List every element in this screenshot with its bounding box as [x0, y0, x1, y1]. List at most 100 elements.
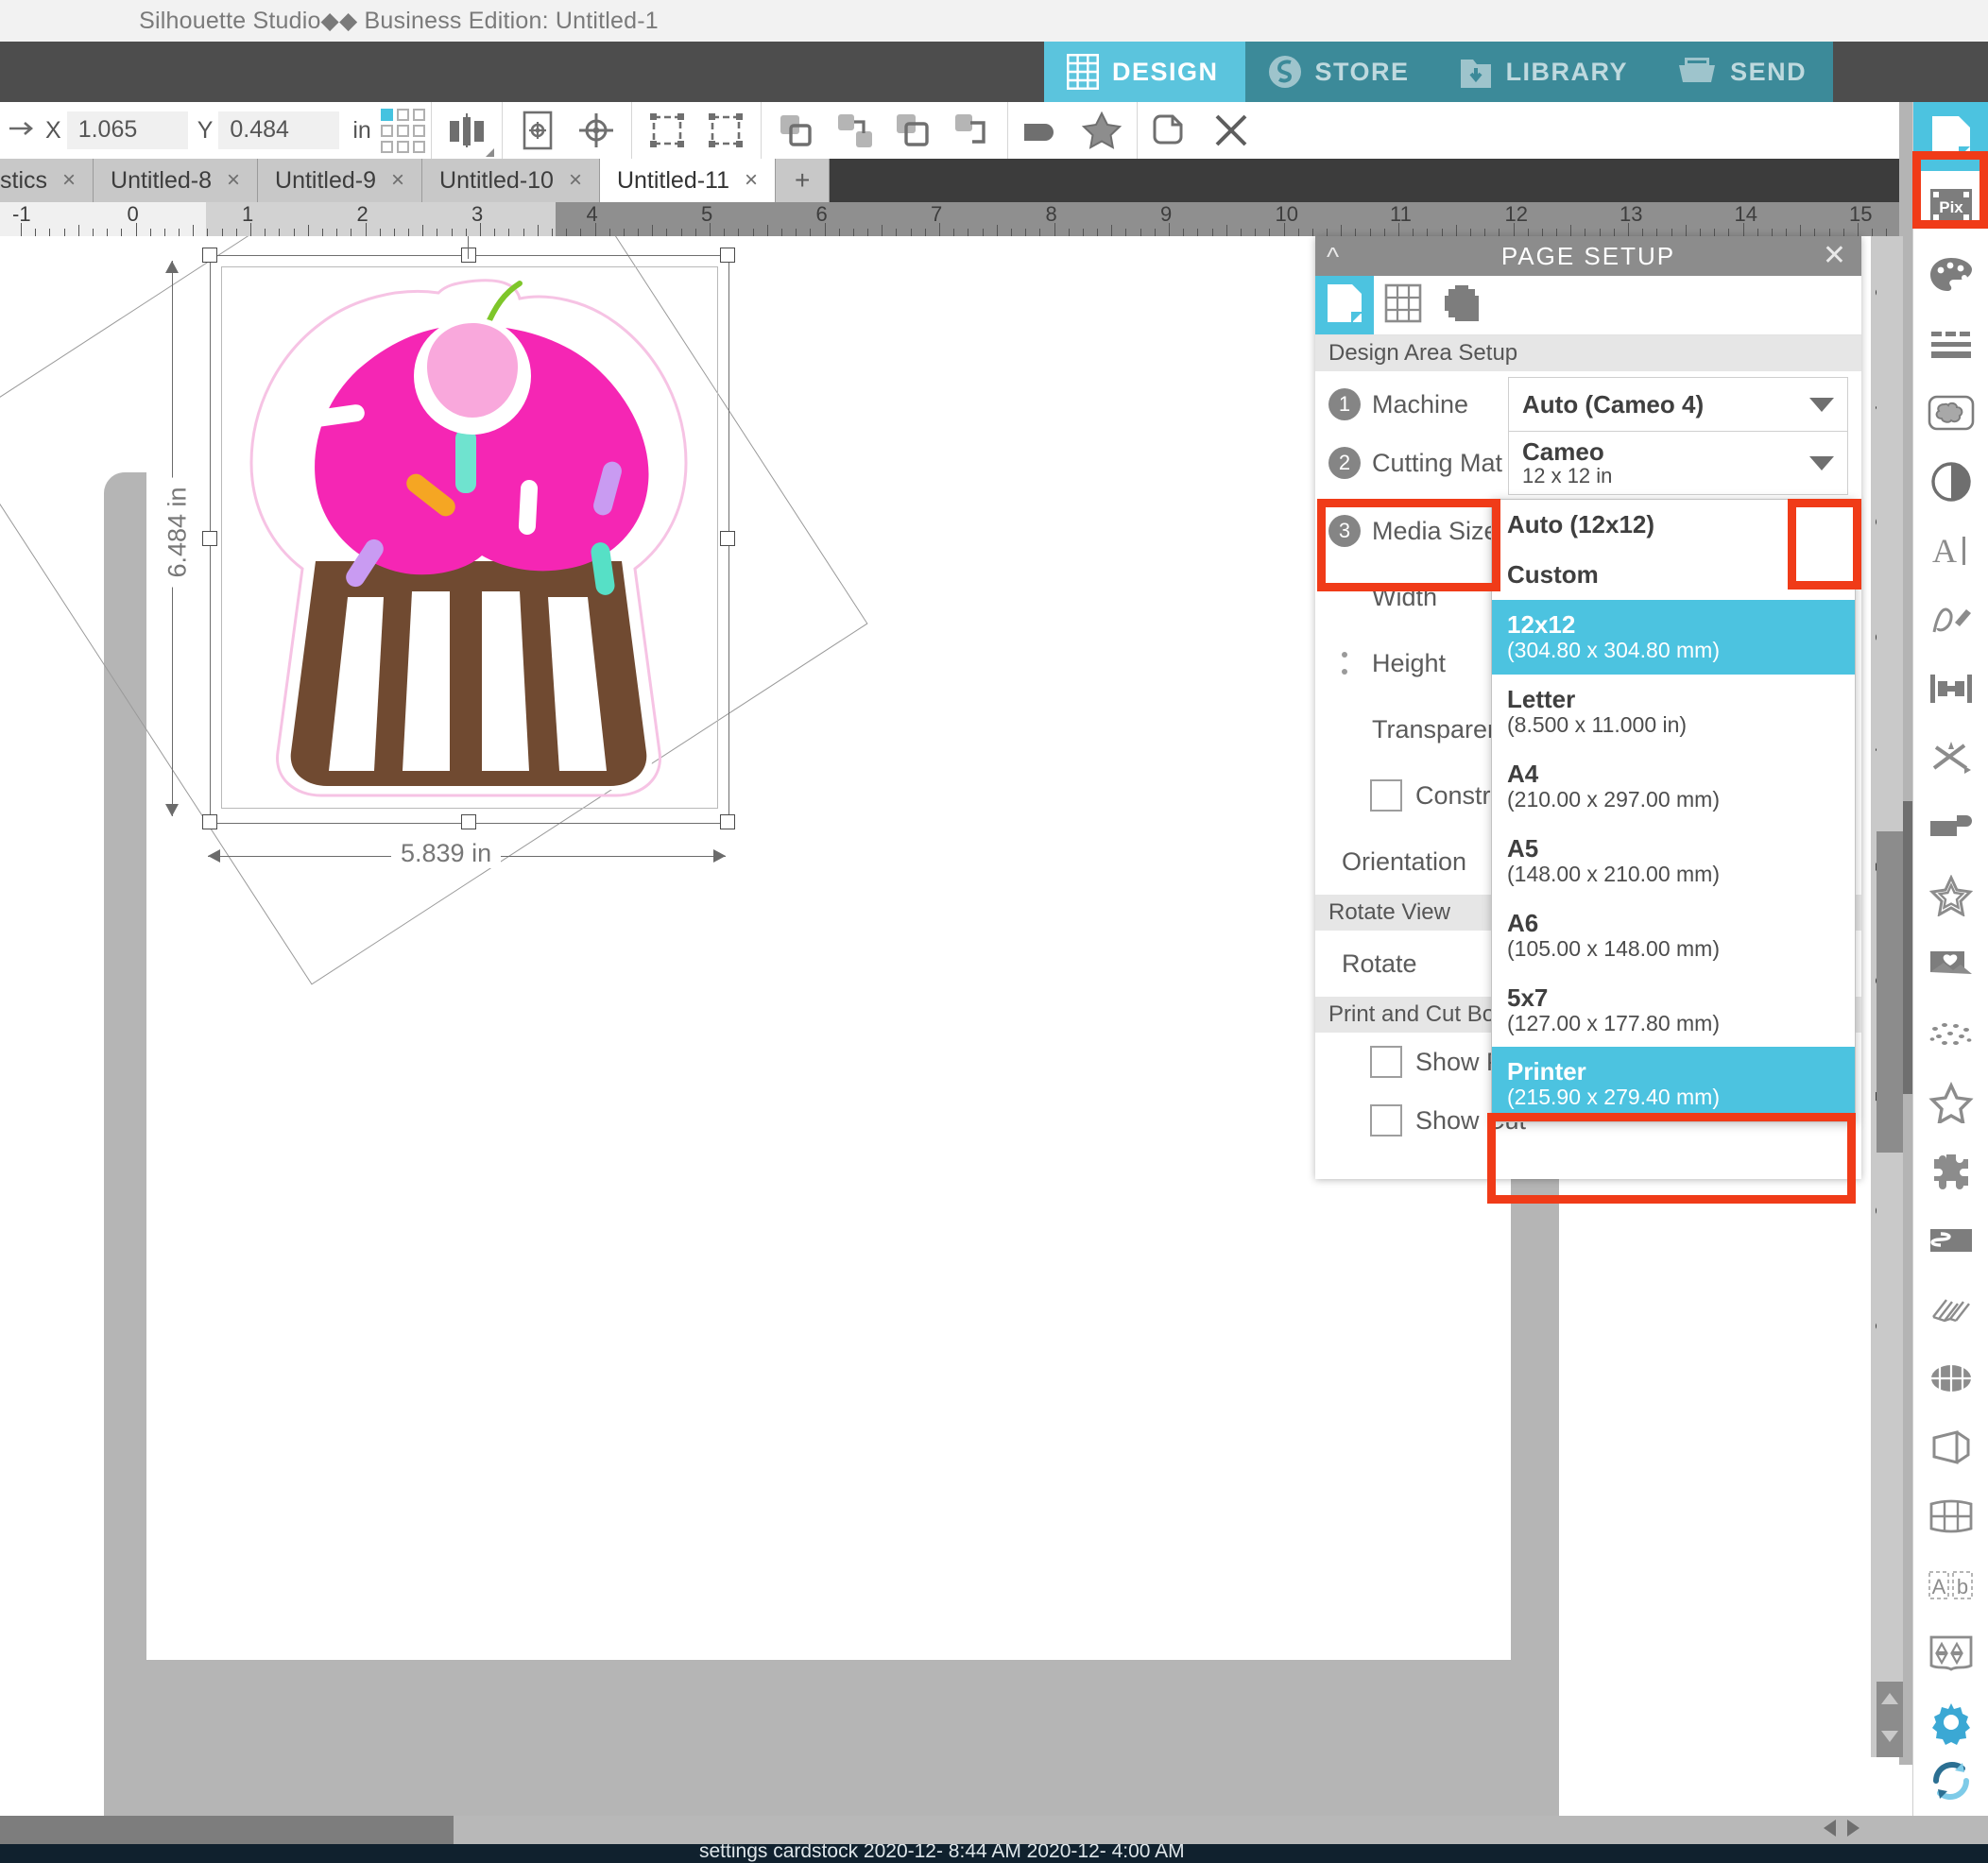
- close-x-icon[interactable]: [1202, 103, 1260, 158]
- machine-select[interactable]: Auto (Cameo 4): [1508, 377, 1848, 432]
- rail-text-style-icon[interactable]: A: [1913, 516, 1988, 585]
- rail-puzzle-icon[interactable]: [1913, 1137, 1988, 1205]
- canvas-vertical-scrollbar[interactable]: [1877, 236, 1903, 1757]
- scroll-left-arrow-icon[interactable]: [1821, 1818, 1840, 1843]
- rail-line-style-icon[interactable]: [1913, 309, 1988, 378]
- ungroup-icon[interactable]: [826, 103, 884, 158]
- dropdown-option-auto[interactable]: Auto (12x12): [1492, 500, 1855, 550]
- weld-icon[interactable]: [1014, 103, 1072, 158]
- rail-transparency-icon[interactable]: [1913, 447, 1988, 516]
- constrain-checkbox[interactable]: [1370, 779, 1402, 812]
- trace-select-icon[interactable]: [638, 103, 696, 158]
- rail-trace-star-icon[interactable]: [1913, 861, 1988, 930]
- chevron-up-icon[interactable]: ^: [1327, 242, 1341, 272]
- dropdown-option-letter[interactable]: Letter (8.500 x 11.000 in): [1492, 675, 1855, 749]
- rail-knife-nesting-icon[interactable]: [1913, 1205, 1988, 1274]
- rail-shapes-star-icon[interactable]: [1913, 1068, 1988, 1137]
- machine-row: 1 Machine Auto (Cameo 4): [1315, 371, 1861, 437]
- compound-path-icon[interactable]: [884, 103, 943, 158]
- scroll-up-arrow-icon[interactable]: [1879, 1691, 1900, 1711]
- show-cut-border-checkbox[interactable]: [1370, 1104, 1402, 1137]
- group-icon[interactable]: [767, 103, 826, 158]
- rail-text-to-path-icon[interactable]: Ab: [1913, 1550, 1988, 1619]
- anchor-grid-icon[interactable]: [380, 108, 425, 153]
- star-shape-icon[interactable]: [1072, 103, 1131, 158]
- canvas-scroll-spinners[interactable]: [1877, 1682, 1903, 1757]
- dropdown-option-custom[interactable]: Custom: [1492, 550, 1855, 600]
- new-tab-button[interactable]: +: [776, 159, 831, 202]
- canvas-horizontal-scrollbar-thumb[interactable]: [0, 1816, 454, 1844]
- trace-outer-icon[interactable]: [696, 103, 755, 158]
- ruler-tick: [21, 223, 22, 236]
- rail-transform-icon[interactable]: [1913, 723, 1988, 792]
- rail-auto-fill-icon[interactable]: [1913, 1619, 1988, 1688]
- rail-offset-icon[interactable]: [1913, 792, 1988, 861]
- chevron-down-icon[interactable]: [1796, 437, 1847, 488]
- option-label: 5x7: [1507, 983, 1549, 1012]
- rail-image-effects-icon[interactable]: [1913, 930, 1988, 999]
- canvas-horizontal-scrollbar[interactable]: [0, 1816, 1871, 1844]
- y-input[interactable]: 0.484: [218, 111, 340, 149]
- document-tab[interactable]: Untitled-8 ×: [94, 159, 259, 202]
- document-tab-active[interactable]: Untitled-11 ×: [599, 159, 777, 202]
- dropdown-option-12x12[interactable]: 12x12 (304.80 x 304.80 mm): [1492, 600, 1855, 675]
- rail-sync-refresh-icon[interactable]: [1913, 1746, 1988, 1815]
- document-tab[interactable]: stics ×: [0, 159, 94, 202]
- canvas-vertical-scrollbar-thumb[interactable]: [1877, 831, 1903, 1153]
- registration-tab[interactable]: [1432, 276, 1491, 334]
- rail-sketch-fill-icon[interactable]: [1913, 378, 1988, 447]
- rail-pixscan-icon[interactable]: Pix: [1913, 171, 1988, 240]
- registration-target-icon[interactable]: [567, 103, 626, 158]
- media-size-dropdown[interactable]: Auto (12x12) Custom 12x12 (304.80 x 304.…: [1491, 499, 1856, 1123]
- rail-conical-warp-icon[interactable]: [1913, 1481, 1988, 1550]
- rail-stipple-icon[interactable]: [1913, 999, 1988, 1068]
- tab-library[interactable]: LIBRARY: [1435, 42, 1655, 102]
- resize-handle-mr[interactable]: [720, 531, 735, 546]
- rail-perspective-icon[interactable]: [1913, 1412, 1988, 1481]
- show-print-border-checkbox[interactable]: [1370, 1046, 1402, 1078]
- rail-sketch-pen-icon[interactable]: [1913, 585, 1988, 654]
- rail-align-icon[interactable]: [1913, 654, 1988, 723]
- tab-store[interactable]: STORE: [1244, 42, 1436, 102]
- resize-handle-bl[interactable]: [202, 814, 217, 829]
- release-compound-path-icon[interactable]: [943, 103, 1002, 158]
- x-input[interactable]: 1.065: [66, 111, 188, 149]
- close-icon[interactable]: ×: [569, 167, 582, 194]
- rail-page-setup-icon[interactable]: [1913, 102, 1988, 171]
- dropdown-option-5x7[interactable]: 5x7 (127.00 x 177.80 mm): [1492, 973, 1855, 1048]
- document-tab[interactable]: Untitled-9 ×: [258, 159, 423, 202]
- canvas-nav-arrows[interactable]: [1812, 1816, 1871, 1844]
- horizontal-ruler[interactable]: -1 0 1 2 3 4 5 6 7 8 9 10 11 12 13 14 15: [0, 202, 1905, 236]
- dropdown-option-a6[interactable]: A6 (105.00 x 148.00 mm): [1492, 898, 1855, 973]
- close-icon[interactable]: ×: [227, 167, 240, 194]
- grid-tab[interactable]: [1374, 276, 1432, 334]
- ruler-tick: [838, 229, 840, 236]
- close-icon[interactable]: ✕: [1823, 239, 1848, 272]
- scroll-right-arrow-icon[interactable]: [1843, 1818, 1862, 1843]
- dropdown-option-printer[interactable]: Printer (215.90 x 279.40 mm): [1492, 1047, 1855, 1122]
- scroll-down-arrow-icon[interactable]: [1879, 1729, 1900, 1749]
- center-on-page-icon[interactable]: [508, 103, 567, 158]
- close-icon[interactable]: ×: [391, 167, 404, 194]
- rail-sketch-hatch-icon[interactable]: [1913, 1274, 1988, 1343]
- selected-design-group[interactable]: 6.484 in 5.839 in: [0, 236, 928, 1000]
- chevron-down-icon[interactable]: [1796, 379, 1847, 430]
- tab-send[interactable]: SEND: [1654, 42, 1834, 102]
- align-horizontal-center-icon[interactable]: [437, 103, 496, 158]
- document-tab-label: Untitled-10: [439, 166, 554, 194]
- document-tab[interactable]: Untitled-10 ×: [422, 159, 600, 202]
- rail-warp-grid-icon[interactable]: [1913, 1343, 1988, 1412]
- close-icon[interactable]: ×: [62, 167, 76, 194]
- cupcake-artwork[interactable]: [215, 261, 722, 812]
- resize-handle-tr[interactable]: [720, 248, 735, 263]
- dropdown-option-a5[interactable]: A5 (148.00 x 210.00 mm): [1492, 824, 1855, 898]
- cutting-mat-select[interactable]: Cameo 12 x 12 in: [1508, 431, 1848, 495]
- offset-icon[interactable]: [1143, 103, 1202, 158]
- tab-design[interactable]: DESIGN: [1044, 42, 1245, 102]
- dropdown-option-a4[interactable]: A4 (210.00 x 297.00 mm): [1492, 749, 1855, 824]
- resize-handle-bc[interactable]: [461, 814, 476, 829]
- rail-fill-palette-icon[interactable]: [1913, 240, 1988, 309]
- close-icon[interactable]: ×: [745, 167, 758, 194]
- resize-handle-br[interactable]: [720, 814, 735, 829]
- page-tab[interactable]: [1315, 276, 1374, 334]
